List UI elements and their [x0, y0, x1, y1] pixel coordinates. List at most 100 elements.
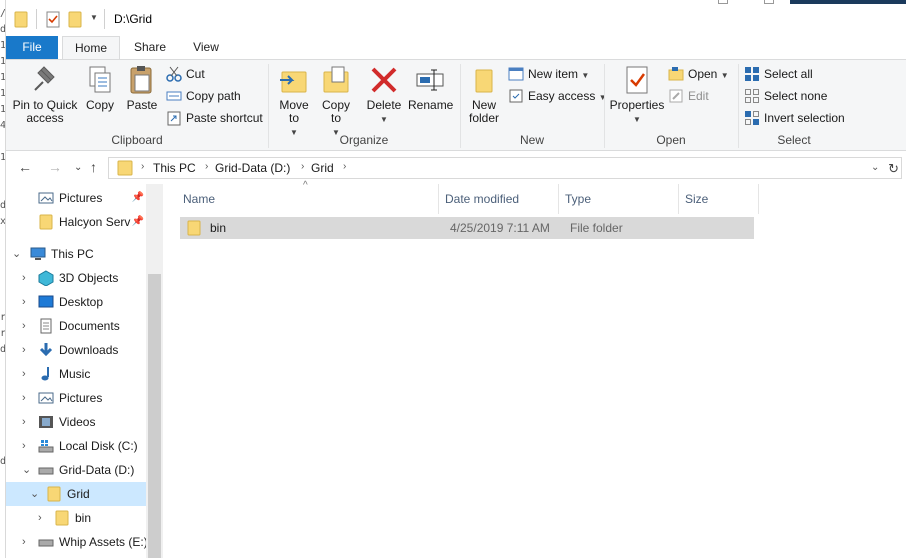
- chevron-down-icon[interactable]: ⌄: [22, 458, 31, 482]
- nav-item-videos[interactable]: › Videos: [6, 410, 146, 434]
- nav-item-desktop[interactable]: › Desktop: [6, 290, 146, 314]
- copy-button[interactable]: Copy: [82, 64, 118, 112]
- nav-item-label: Grid: [67, 487, 90, 501]
- new-folder-quick-icon[interactable]: [68, 10, 82, 28]
- refresh-icon[interactable]: ↻: [888, 161, 899, 177]
- breadcrumb-grid-data[interactable]: Grid-Data (D:): [215, 161, 290, 175]
- column-header-size[interactable]: Size: [679, 184, 759, 214]
- cut-label: Cut: [186, 67, 205, 81]
- copy-to-button[interactable]: Copy to ▼: [316, 64, 356, 139]
- nav-item-this-pc[interactable]: ⌄ This PC: [6, 242, 146, 266]
- breadcrumb-separator-icon[interactable]: ›: [141, 161, 144, 172]
- nav-item-label: Grid-Data (D:): [59, 463, 135, 477]
- tab-share[interactable]: Share: [124, 36, 176, 60]
- rename-button[interactable]: Rename: [408, 64, 454, 112]
- breadcrumb-this-pc[interactable]: This PC: [153, 161, 196, 175]
- nav-item-pictures[interactable]: › Pictures: [6, 386, 146, 410]
- invert-selection-icon: [745, 110, 759, 125]
- nav-item-label: Music: [59, 367, 91, 381]
- chevron-right-icon[interactable]: ›: [22, 338, 26, 362]
- chevron-right-icon[interactable]: ›: [22, 410, 26, 434]
- nav-item-halcyon-serv[interactable]: Halcyon Serv 📌: [6, 210, 146, 234]
- desktop-icon: [38, 295, 54, 308]
- nav-item-3d-objects[interactable]: › 3D Objects: [6, 266, 146, 290]
- nav-item-downloads[interactable]: › Downloads: [6, 338, 146, 362]
- forward-arrow-icon[interactable]: →: [48, 159, 62, 175]
- chevron-right-icon[interactable]: ›: [22, 362, 26, 386]
- open-button[interactable]: Open ▼: [668, 64, 729, 84]
- new-item-label: New item: [528, 67, 579, 81]
- select-all-label: Select all: [764, 67, 813, 81]
- nav-item-bin[interactable]: › bin: [6, 506, 146, 530]
- breadcrumb-separator-icon[interactable]: ›: [301, 161, 304, 172]
- breadcrumb-separator-icon[interactable]: ›: [343, 161, 346, 172]
- chevron-down-icon[interactable]: ⌄: [12, 242, 21, 266]
- pin-icon[interactable]: 📌: [132, 186, 144, 210]
- customize-toolbar-chevron-down-icon[interactable]: ▼: [90, 13, 98, 31]
- table-row[interactable]: bin 4/25/2019 7:11 AM File folder: [180, 217, 754, 239]
- address-bar[interactable]: › This PC › Grid-Data (D:) › Grid › ⌄ ↻: [108, 157, 902, 179]
- paste-button[interactable]: Paste: [122, 64, 162, 112]
- select-none-button[interactable]: Select none: [744, 86, 827, 106]
- rename-label: Rename: [408, 98, 454, 112]
- back-arrow-icon[interactable]: ←: [18, 159, 32, 175]
- drive-icon: [38, 539, 54, 547]
- breadcrumb-grid[interactable]: Grid: [311, 161, 334, 175]
- column-header-name[interactable]: Name: [177, 184, 439, 214]
- nav-item-grid-data-d[interactable]: ⌄ Grid-Data (D:): [6, 458, 146, 482]
- chevron-right-icon[interactable]: ›: [22, 266, 26, 290]
- minimize-icon[interactable]: [718, 0, 728, 4]
- new-folder-button[interactable]: New folder: [464, 64, 504, 125]
- tab-view[interactable]: View: [182, 36, 230, 60]
- nav-item-whip-assets-e[interactable]: › Whip Assets (E:): [6, 530, 146, 554]
- select-all-button[interactable]: Select all: [744, 64, 813, 84]
- chevron-right-icon[interactable]: ›: [38, 506, 42, 530]
- new-folder-label: New folder: [468, 98, 500, 125]
- nav-item-label: This PC: [51, 247, 94, 261]
- nav-item-music[interactable]: › Music: [6, 362, 146, 386]
- copy-label: Copy: [85, 98, 114, 112]
- select-none-icon: [745, 88, 759, 103]
- new-folder-icon: [475, 69, 493, 93]
- nav-item-documents[interactable]: › Documents: [6, 314, 146, 338]
- pin-to-quick-access-button[interactable]: Pin to Quick access: [10, 64, 80, 125]
- scrollbar-thumb[interactable]: [148, 274, 161, 558]
- cut-button[interactable]: Cut: [166, 64, 205, 84]
- maximize-icon[interactable]: [764, 0, 774, 4]
- delete-button[interactable]: Delete ▼: [364, 64, 404, 126]
- pin-icon[interactable]: 📌: [132, 210, 144, 234]
- chevron-down-icon[interactable]: ⌄: [30, 482, 39, 506]
- chevron-right-icon[interactable]: ›: [22, 290, 26, 314]
- column-header-date-modified[interactable]: Date modified: [439, 184, 559, 214]
- new-item-button[interactable]: New item ▼: [508, 64, 589, 84]
- nav-item-pictures-quick[interactable]: Pictures 📌: [6, 186, 146, 210]
- properties-button[interactable]: Properties ▼: [608, 64, 666, 126]
- easy-access-button[interactable]: Easy access ▼: [508, 86, 607, 106]
- drive-icon: [38, 467, 54, 475]
- folder-icon: [117, 160, 133, 176]
- copy-path-button[interactable]: Copy path: [166, 86, 241, 106]
- nav-item-label: Videos: [59, 415, 96, 429]
- select-none-label: Select none: [764, 89, 828, 103]
- properties-quick-icon[interactable]: [46, 10, 60, 28]
- move-to-button[interactable]: Move to ▼: [274, 64, 314, 139]
- paste-shortcut-button[interactable]: Paste shortcut: [166, 108, 263, 128]
- nav-item-label: Pictures: [59, 191, 103, 205]
- edit-button[interactable]: Edit: [668, 86, 709, 106]
- invert-selection-button[interactable]: Invert selection: [744, 108, 845, 128]
- column-header-type[interactable]: Type: [559, 184, 679, 214]
- tab-file[interactable]: File: [6, 36, 58, 60]
- chevron-right-icon[interactable]: ›: [22, 530, 26, 554]
- chevron-right-icon[interactable]: ›: [22, 434, 26, 458]
- tab-home[interactable]: Home: [62, 36, 120, 60]
- breadcrumb-separator-icon[interactable]: ›: [205, 161, 208, 172]
- nav-item-grid[interactable]: ⌄ Grid: [6, 482, 146, 506]
- chevron-right-icon[interactable]: ›: [22, 314, 26, 338]
- close-button[interactable]: [790, 0, 906, 4]
- up-arrow-icon[interactable]: ↑: [90, 159, 97, 175]
- address-history-chevron-down-icon[interactable]: ⌄: [871, 162, 879, 173]
- recent-locations-chevron-down-icon[interactable]: ⌄: [74, 162, 82, 173]
- nav-item-local-disk-c[interactable]: › Local Disk (C:): [6, 434, 146, 458]
- chevron-right-icon[interactable]: ›: [22, 386, 26, 410]
- nav-pane-scrollbar[interactable]: [146, 184, 163, 558]
